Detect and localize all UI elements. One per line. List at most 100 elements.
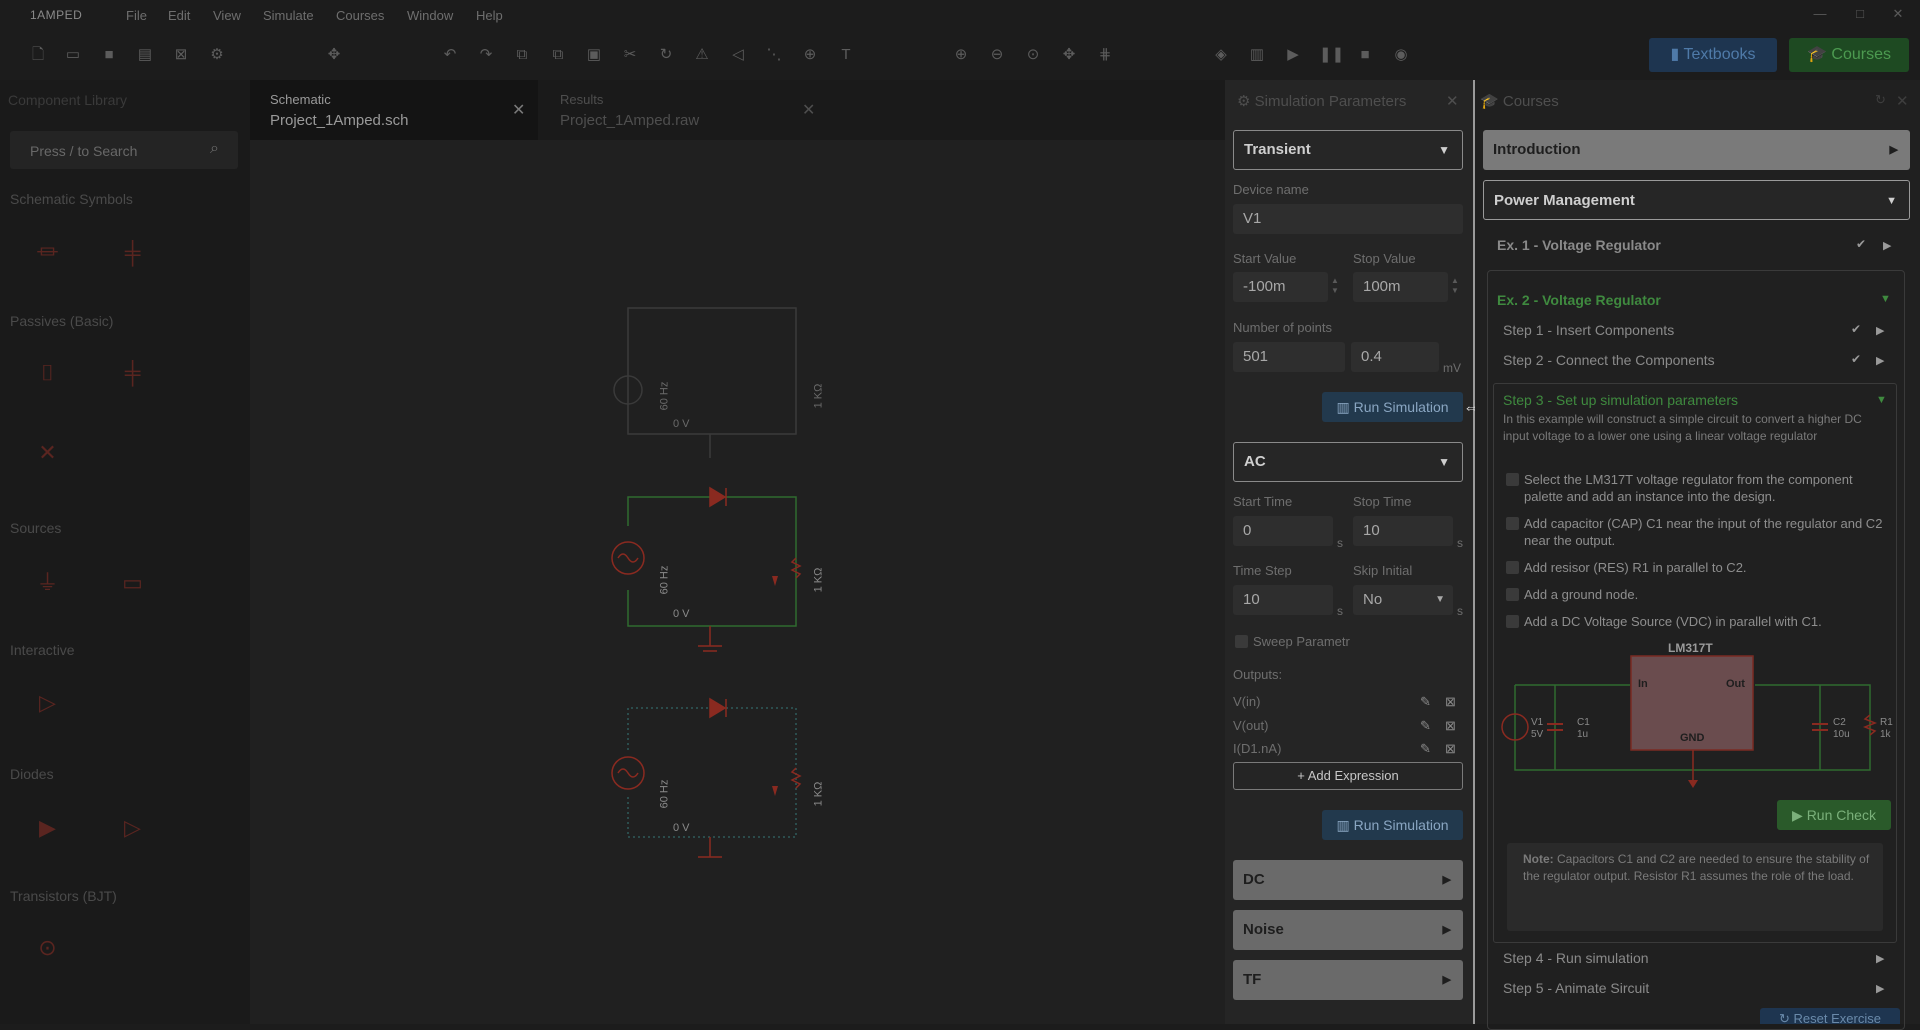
inductor-symbol-icon[interactable]: ⌷ — [20, 345, 75, 400]
pause-icon[interactable]: ❚❚ — [1319, 45, 1344, 65]
ex1-title[interactable]: Ex. 1 - Voltage Regulator — [1497, 237, 1661, 253]
step-5[interactable]: Step 5 - Animate Sircuit — [1503, 980, 1649, 996]
task-checkbox[interactable] — [1506, 588, 1519, 601]
caret-right-icon[interactable]: ▶ — [1876, 982, 1884, 995]
tab-results[interactable] — [540, 80, 830, 140]
target-icon[interactable]: ◈ — [1211, 45, 1231, 65]
caret-right-icon[interactable]: ▶ — [1876, 354, 1884, 367]
move-icon[interactable]: ✥ — [324, 45, 344, 65]
source-symbol-icon[interactable]: ⏚ — [20, 555, 75, 610]
zoom-in-icon[interactable]: ⊕ — [951, 45, 971, 65]
schematic-drawing[interactable] — [600, 290, 820, 870]
task-checkbox[interactable] — [1506, 517, 1519, 530]
start-time-input[interactable]: 0 — [1233, 516, 1333, 546]
close-window-button[interactable]: ✕ — [1888, 6, 1908, 22]
menu-courses[interactable]: Courses — [336, 8, 384, 23]
fuse-symbol-icon[interactable]: ▭ — [105, 555, 160, 610]
zener-symbol-icon[interactable]: ▷ — [105, 800, 160, 855]
device-name-input[interactable]: V1 — [1233, 204, 1463, 234]
caret-right-icon[interactable]: ▶ — [1883, 239, 1891, 252]
copy-icon[interactable]: ⧉ — [512, 45, 532, 65]
close-tab-icon[interactable]: ✕ — [802, 100, 815, 120]
points-input[interactable]: 501 — [1233, 342, 1345, 372]
task-checkbox[interactable] — [1506, 615, 1519, 628]
step-1[interactable]: Step 1 - Insert Components — [1503, 322, 1674, 338]
noise-section[interactable]: Noise ▶ — [1233, 910, 1463, 950]
rotate-icon[interactable]: ↻ — [656, 45, 676, 65]
text-icon[interactable]: T — [836, 45, 856, 65]
menu-simulate[interactable]: Simulate — [263, 8, 314, 23]
ac-mode-select[interactable]: AC ▼ — [1233, 442, 1463, 482]
caret-down-icon[interactable]: ▼ — [1880, 293, 1891, 305]
refresh-icon[interactable]: ↻ — [1875, 92, 1886, 108]
save-icon[interactable]: ■ — [99, 45, 119, 65]
led-symbol-icon[interactable]: ▶ — [20, 800, 75, 855]
start-value-input[interactable]: -100m — [1233, 272, 1328, 302]
edit-pencil-icon[interactable]: ✎ — [1420, 718, 1431, 734]
delete-icon[interactable]: ⊠ — [1445, 694, 1456, 710]
scope-icon[interactable]: ▥ — [1247, 45, 1267, 65]
stop-value-input[interactable]: 100m — [1353, 272, 1448, 302]
wire-icon[interactable]: ⋱ — [764, 45, 784, 65]
menu-file[interactable]: File — [126, 8, 147, 23]
transistor-symbol-icon[interactable]: ⊙ — [20, 920, 75, 975]
sweep-checkbox[interactable] — [1235, 635, 1248, 648]
undo-icon[interactable]: ↶ — [440, 45, 460, 65]
run-check-button[interactable]: ▶ Run Check — [1777, 800, 1891, 830]
step-2[interactable]: Step 2 - Connect the Components — [1503, 352, 1715, 368]
warning-icon[interactable]: ⚠ — [692, 45, 712, 65]
zoom-out-icon[interactable]: ⊖ — [987, 45, 1007, 65]
node-icon[interactable]: ⊕ — [800, 45, 820, 65]
close-file-icon[interactable]: ⊠ — [171, 45, 191, 65]
ex2-title[interactable]: Ex. 2 - Voltage Regulator — [1497, 292, 1661, 308]
task-checkbox[interactable] — [1506, 561, 1519, 574]
course-introduction[interactable]: Introduction ▶ — [1483, 130, 1910, 170]
battery-symbol-icon[interactable]: ╪ — [105, 345, 160, 400]
course-power-management[interactable]: Power Management ▼ — [1483, 180, 1910, 220]
edit-pencil-icon[interactable]: ✎ — [1420, 741, 1431, 757]
minimize-button[interactable]: — — [1810, 6, 1830, 22]
switch-symbol-icon[interactable]: ▷ — [20, 675, 75, 730]
new-file-icon[interactable]: 🗋 — [28, 45, 48, 65]
run-simulation-button[interactable]: ▥ Run Simulation — [1322, 392, 1463, 422]
close-panel-icon[interactable]: ✕ — [1446, 92, 1459, 110]
step-input[interactable]: 0.4 — [1351, 342, 1439, 372]
edit-pencil-icon[interactable]: ✎ — [1420, 694, 1431, 710]
zoom-fit-icon[interactable]: ⊙ — [1023, 45, 1043, 65]
skip-initial-select[interactable]: No ▼ — [1353, 585, 1453, 615]
duplicate-icon[interactable]: ⧉ — [548, 45, 568, 65]
diode-symbol-icon[interactable]: ✕ — [20, 425, 75, 480]
maximize-button[interactable]: □ — [1850, 6, 1870, 22]
caret-right-icon[interactable]: ▶ — [1876, 324, 1884, 337]
task-checkbox[interactable] — [1506, 473, 1519, 486]
stepper-icon[interactable]: ▲ ▼ — [1331, 276, 1339, 296]
stop-icon[interactable]: ■ — [1355, 45, 1375, 65]
caret-right-icon[interactable]: ▶ — [1876, 952, 1884, 965]
redo-icon[interactable]: ↷ — [476, 45, 496, 65]
paste-icon[interactable]: ▣ — [584, 45, 604, 65]
menu-window[interactable]: Window — [407, 8, 453, 23]
delete-icon[interactable]: ⊠ — [1445, 741, 1456, 757]
play-icon[interactable]: ▶ — [1283, 45, 1303, 65]
close-tab-icon[interactable]: ✕ — [512, 100, 525, 120]
resistor-symbol-icon[interactable]: ⏛ — [20, 225, 75, 280]
tab-schematic[interactable] — [250, 80, 538, 140]
stepper-icon[interactable]: ▲ ▼ — [1451, 276, 1459, 296]
transient-mode-select[interactable]: Transient ▼ — [1233, 130, 1463, 170]
time-step-input[interactable]: 10 — [1233, 585, 1333, 615]
dc-section[interactable]: DC ▶ — [1233, 860, 1463, 900]
capacitor-symbol-icon[interactable]: ╪ — [105, 225, 160, 280]
print-icon[interactable]: ▤ — [135, 45, 155, 65]
tf-section[interactable]: TF ▶ — [1233, 960, 1463, 1000]
textbooks-button[interactable]: ▮ Textbooks — [1649, 38, 1777, 72]
view-eye-icon[interactable]: ◉ — [1391, 45, 1411, 65]
grid-icon[interactable]: ⋕ — [1095, 45, 1115, 65]
step-3[interactable]: Step 3 - Set up simulation parameters — [1503, 392, 1738, 408]
open-folder-icon[interactable]: ▭ — [63, 45, 83, 65]
add-expression-button[interactable]: + Add Expression — [1233, 762, 1463, 790]
menu-edit[interactable]: Edit — [168, 8, 190, 23]
pan-icon[interactable]: ✥ — [1059, 45, 1079, 65]
delete-icon[interactable]: ⊠ — [1445, 718, 1456, 734]
probe-icon[interactable]: ◁ — [728, 45, 748, 65]
cut-icon[interactable]: ✂ — [620, 45, 640, 65]
